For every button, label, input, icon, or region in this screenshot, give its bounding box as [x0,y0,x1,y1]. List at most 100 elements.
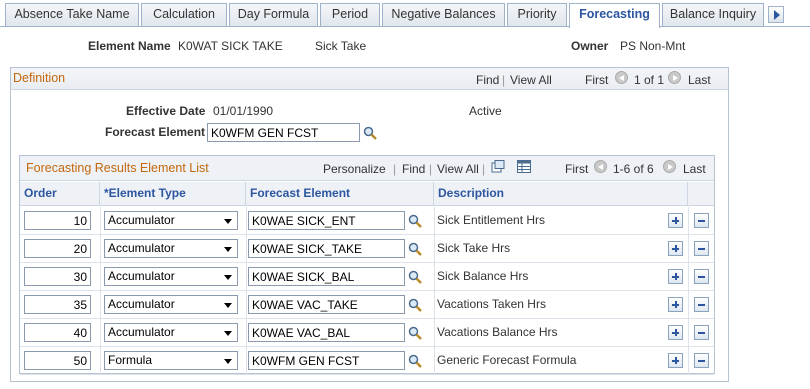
forecasting-results-grid: Forecasting Results Element List Persona… [19,155,715,375]
definition-header: Definition Find | View All First 1 of 1 … [11,68,728,90]
lookup-magnifier-icon[interactable] [408,242,422,256]
tab-balance-inquiry[interactable]: Balance Inquiry [662,3,764,27]
tab-negative-balances[interactable]: Negative Balances [382,3,505,27]
tab-absence-take-name[interactable]: Absence Take Name [5,3,139,27]
grid-personalize-link[interactable]: Personalize [323,162,386,176]
column-header-actions [688,182,714,206]
element-type-select[interactable]: Formula [104,351,238,370]
delete-row-icon[interactable] [694,213,709,228]
tab-bar: Absence Take Name Calculation Day Formul… [0,0,810,28]
add-row-icon[interactable] [668,213,683,228]
tab-calculation[interactable]: Calculation [141,3,227,27]
definition-first-label: First [585,73,609,87]
owner-value: PS Non-Mnt [620,39,686,53]
forecast-element-label: Forecast Element [105,125,206,139]
grid-view-all-link[interactable]: View All [437,162,479,176]
order-input[interactable] [24,351,91,370]
column-header-forecast-element[interactable]: Forecast Element [246,182,434,206]
chevron-down-icon [224,331,232,336]
element-name-label: Element Name [88,39,171,53]
column-header-description[interactable]: Description [434,182,688,206]
tab-forecasting[interactable]: Forecasting [569,3,660,28]
delete-row-icon[interactable] [694,353,709,368]
order-input[interactable] [24,295,91,314]
chevron-down-icon [224,275,232,280]
element-type-select[interactable]: Accumulator [104,239,238,258]
grid-next-icon[interactable] [663,160,676,173]
definition-find-link[interactable]: Find [476,73,499,87]
grid-last-label: Last [683,162,706,176]
lookup-magnifier-icon[interactable] [408,270,422,284]
forecast-element-input[interactable] [207,123,360,142]
element-type-value: Accumulator [108,325,175,339]
element-type-select[interactable]: Accumulator [104,211,238,230]
element-type-value: Accumulator [108,213,175,227]
row-description: Generic Forecast Formula [437,353,577,367]
delete-row-icon[interactable] [694,297,709,312]
forecast-element-row-input[interactable] [248,323,405,342]
table-row: Accumulator Vacations Balance Hrs [20,319,714,347]
table-row: Accumulator Sick Take Hrs [20,235,714,263]
delete-row-icon[interactable] [694,325,709,340]
download-grid-icon[interactable] [517,160,531,173]
order-input[interactable] [24,211,91,230]
element-type-select[interactable]: Accumulator [104,295,238,314]
separator: | [393,162,397,176]
next-tab-arrow-icon[interactable] [768,6,784,23]
add-row-icon[interactable] [668,325,683,340]
column-header-element-type[interactable]: *Element Type [100,182,246,206]
forecast-element-row-input[interactable] [248,267,405,286]
lookup-magnifier-icon[interactable] [408,298,422,312]
element-type-select[interactable]: Accumulator [104,323,238,342]
forecast-element-row-input[interactable] [248,351,405,370]
add-row-icon[interactable] [668,269,683,284]
definition-next-icon[interactable] [668,71,681,84]
element-type-value: Accumulator [108,269,175,283]
column-header-order[interactable]: Order [20,182,100,206]
lookup-magnifier-icon[interactable] [408,214,422,228]
separator: | [429,162,433,176]
add-row-icon[interactable] [668,297,683,312]
grid-find-link[interactable]: Find [402,162,425,176]
grid-first-label: First [565,162,589,176]
grid-range: 1-6 of 6 [613,162,654,176]
separator: | [482,162,486,176]
forecast-element-row-input[interactable] [248,295,405,314]
chevron-down-icon [224,303,232,308]
delete-row-icon[interactable] [694,269,709,284]
forecast-element-row-input[interactable] [248,239,405,258]
order-input[interactable] [24,323,91,342]
definition-title: Definition [13,71,66,85]
table-row: Accumulator Vacations Taken Hrs [20,291,714,319]
effective-date-label: Effective Date [126,104,206,118]
order-input[interactable] [24,239,91,258]
chevron-down-icon [224,247,232,252]
row-description: Sick Take Hrs [437,241,511,255]
status-value: Active [469,104,502,118]
definition-range: 1 of 1 [634,73,665,87]
tab-day-formula[interactable]: Day Formula [229,3,318,27]
order-input[interactable] [24,267,91,286]
tab-priority[interactable]: Priority [507,3,567,27]
tab-period[interactable]: Period [320,3,380,27]
grid-previous-icon[interactable] [594,160,607,173]
table-row: Accumulator Sick Entitlement Hrs [20,207,714,235]
forecast-element-row-input[interactable] [248,211,405,230]
add-row-icon[interactable] [668,353,683,368]
delete-row-icon[interactable] [694,241,709,256]
lookup-magnifier-icon[interactable] [363,126,377,140]
definition-last-label: Last [688,73,711,87]
row-description: Sick Entitlement Hrs [437,213,546,227]
lookup-magnifier-icon[interactable] [408,326,422,340]
element-type-value: Accumulator [108,297,175,311]
owner-label: Owner [571,39,609,53]
lookup-magnifier-icon[interactable] [408,354,422,368]
add-row-icon[interactable] [668,241,683,256]
chevron-down-icon [224,219,232,224]
new-window-icon[interactable] [491,160,505,173]
definition-view-all-link[interactable]: View All [510,73,552,87]
table-row: Formula Generic Forecast Formula [20,347,714,375]
element-type-select[interactable]: Accumulator [104,267,238,286]
row-description: Vacations Taken Hrs [437,297,546,311]
definition-previous-icon[interactable] [615,71,628,84]
